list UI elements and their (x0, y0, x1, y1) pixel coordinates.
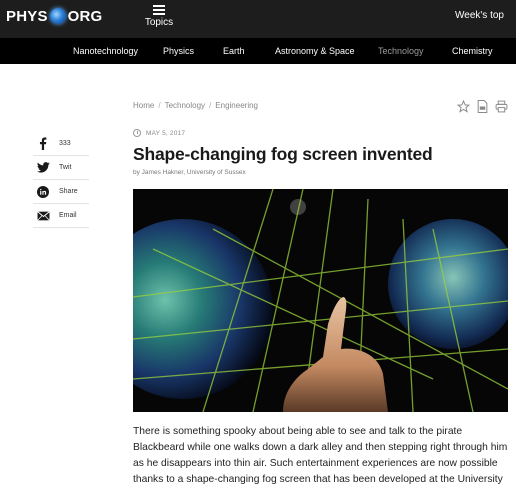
breadcrumb-home[interactable]: Home (133, 101, 154, 110)
linkedin-icon (33, 185, 53, 198)
logo-text-right: ORG (67, 7, 103, 25)
hamburger-icon (153, 5, 165, 15)
topics-menu-button[interactable]: Topics (140, 3, 178, 28)
article-date: MAY 5, 2017 (133, 129, 185, 137)
nav-astronomy-space[interactable]: Astronomy & Space (275, 46, 355, 56)
fog-screen-photo (133, 189, 508, 412)
twitter-icon (33, 162, 53, 173)
top-bar: PHYS ORG Topics Week's top (0, 0, 516, 38)
logo-orb-icon (49, 8, 66, 24)
breadcrumb: Home / Technology / Engineering (133, 101, 258, 110)
facebook-icon (33, 137, 53, 150)
logo-text-left: PHYS (6, 7, 48, 25)
twitter-label: Twit (59, 164, 72, 171)
nav-nanotechnology[interactable]: Nanotechnology (73, 46, 138, 56)
linkedin-label: Share (59, 188, 78, 195)
print-button[interactable] (495, 99, 508, 113)
share-email[interactable]: Email (33, 204, 89, 228)
share-sidebar: 333 Twit Share Email (33, 132, 89, 228)
article-date-text: MAY 5, 2017 (146, 129, 186, 137)
physorg-logo[interactable]: PHYS ORG (6, 7, 102, 25)
breadcrumb-engineering[interactable]: Engineering (215, 101, 258, 110)
facebook-count: 333 (59, 140, 71, 147)
pdf-button[interactable] (477, 99, 488, 113)
pdf-icon (477, 99, 488, 113)
bookmark-star-button[interactable] (457, 99, 470, 113)
share-linkedin[interactable]: Share (33, 180, 89, 204)
nav-earth[interactable]: Earth (223, 46, 245, 56)
topics-label: Topics (144, 17, 174, 28)
share-twitter[interactable]: Twit (33, 156, 89, 180)
weeks-top-link[interactable]: Week's top (455, 10, 504, 21)
nav-physics[interactable]: Physics (163, 46, 194, 56)
share-facebook[interactable]: 333 (33, 132, 89, 156)
nav-chemistry[interactable]: Chemistry (452, 46, 493, 56)
article-paragraph: There is something spooky about being ab… (133, 426, 508, 485)
article-byline: by James Hakner, University of Sussex (133, 169, 246, 176)
email-icon (33, 210, 53, 221)
clock-icon (133, 129, 141, 137)
breadcrumb-technology[interactable]: Technology (165, 101, 205, 110)
category-nav: Nanotechnology Physics Earth Astronomy &… (0, 38, 516, 64)
star-icon (457, 99, 470, 113)
article-title: Shape-changing fog screen invented (133, 144, 433, 164)
article-hero-image (133, 189, 508, 412)
nav-technology[interactable]: Technology (378, 46, 424, 56)
print-icon (495, 100, 508, 112)
email-label: Email (59, 212, 77, 219)
